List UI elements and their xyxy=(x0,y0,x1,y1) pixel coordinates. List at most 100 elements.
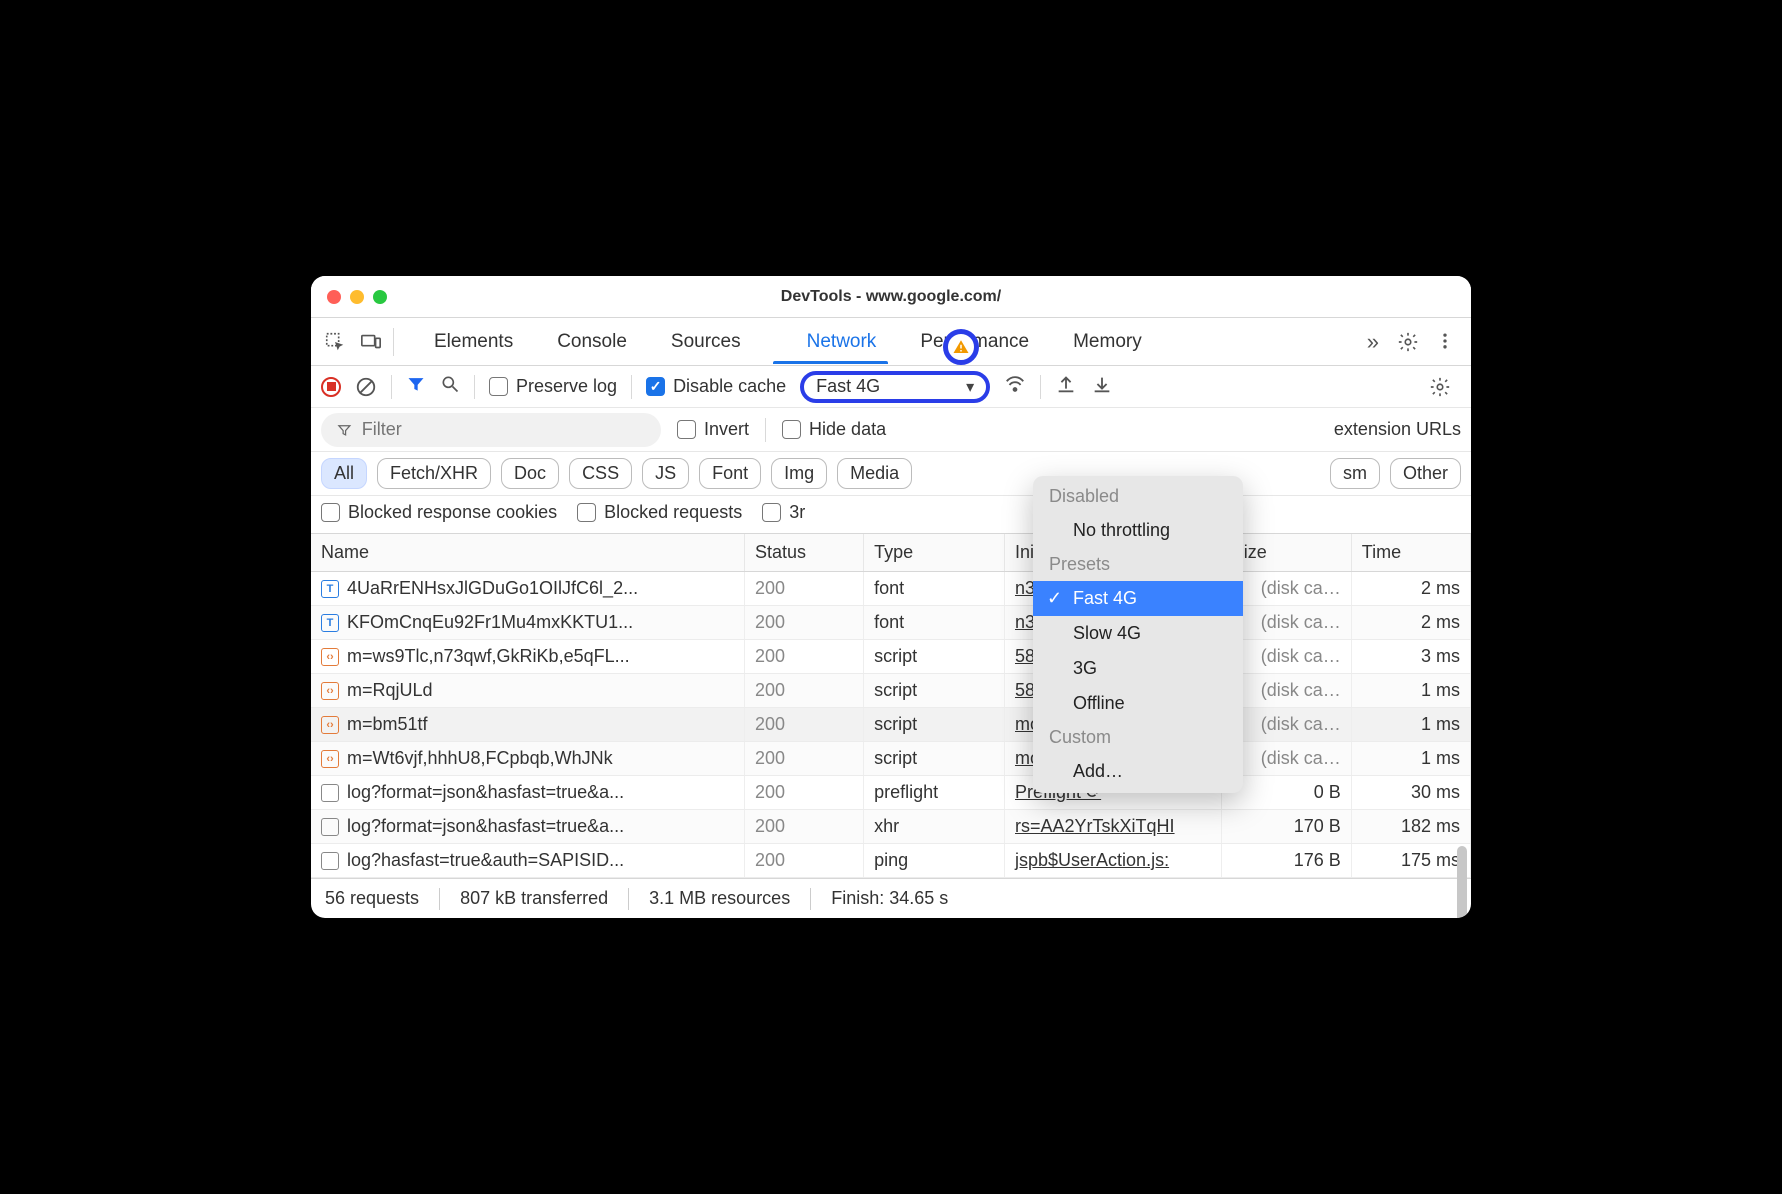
request-time: 1 ms xyxy=(1351,708,1470,742)
devtools-window: DevTools - www.google.com/ Elements Cons… xyxy=(311,276,1471,918)
request-time: 182 ms xyxy=(1351,810,1470,844)
table-row[interactable]: log?format=json&hasfast=true&a...200xhrr… xyxy=(311,810,1471,844)
dd-3g[interactable]: 3G xyxy=(1033,651,1243,686)
request-name: m=bm51tf xyxy=(347,714,428,735)
dd-no-throttling[interactable]: No throttling xyxy=(1033,513,1243,548)
col-time[interactable]: Time xyxy=(1351,534,1470,572)
clear-button[interactable] xyxy=(355,376,377,398)
network-settings-icon[interactable] xyxy=(1429,376,1451,398)
request-initiator[interactable]: rs=AA2YrTskXiTqHI xyxy=(1015,816,1175,836)
device-toolbar-icon[interactable] xyxy=(359,330,383,354)
more-tabs-button[interactable]: » xyxy=(1357,329,1389,355)
scrollbar-thumb[interactable] xyxy=(1457,846,1467,918)
status-transferred: 807 kB transferred xyxy=(460,888,608,909)
blocked-response-cookies-checkbox[interactable]: Blocked response cookies xyxy=(321,502,557,523)
filter-toggle-icon[interactable] xyxy=(406,374,426,399)
search-icon[interactable] xyxy=(440,374,460,399)
blocked-requests-checkbox[interactable]: Blocked requests xyxy=(577,502,742,523)
table-row[interactable]: TKFOmCnqEu92Fr1Mu4mxKKTU1...200fontn3:(d… xyxy=(311,606,1471,640)
throttling-select[interactable]: Fast 4G xyxy=(800,371,990,403)
doc-icon xyxy=(321,784,339,802)
table-row[interactable]: ‹›m=RqjULd200script58(disk ca…1 ms xyxy=(311,674,1471,708)
col-name[interactable]: Name xyxy=(311,534,744,572)
col-type[interactable]: Type xyxy=(864,534,1005,572)
table-row[interactable]: T4UaRrENHsxJlGDuGo1OIlJfC6l_2...200fontn… xyxy=(311,572,1471,606)
tab-network[interactable]: Network xyxy=(763,321,899,363)
dd-slow-4g[interactable]: Slow 4G xyxy=(1033,616,1243,651)
third-party-checkbox[interactable]: 3r xyxy=(762,502,805,523)
inspect-element-icon[interactable] xyxy=(323,330,347,354)
col-status[interactable]: Status xyxy=(744,534,863,572)
script-icon: ‹› xyxy=(321,682,339,700)
record-button[interactable] xyxy=(321,377,341,397)
dd-header-presets: Presets xyxy=(1033,548,1243,581)
chip-font[interactable]: Font xyxy=(699,458,761,489)
request-time: 3 ms xyxy=(1351,640,1470,674)
request-type: ping xyxy=(864,844,1005,878)
panel-tabs-row: Elements Console Sources Network Perform… xyxy=(311,318,1471,366)
dd-offline[interactable]: Offline xyxy=(1033,686,1243,721)
tab-sources[interactable]: Sources xyxy=(649,321,763,363)
tab-elements[interactable]: Elements xyxy=(412,321,535,363)
request-time: 2 ms xyxy=(1351,572,1470,606)
request-type: xhr xyxy=(864,810,1005,844)
request-time: 1 ms xyxy=(1351,674,1470,708)
chip-wasm[interactable]: sm xyxy=(1330,458,1380,489)
chip-doc[interactable]: Doc xyxy=(501,458,559,489)
settings-icon[interactable] xyxy=(1397,331,1419,353)
requests-table: Name Status Type Initiator Size Time T4U… xyxy=(311,534,1471,878)
hide-data-checkbox[interactable]: Hide data xyxy=(782,419,886,440)
dd-fast-4g[interactable]: Fast 4G xyxy=(1033,581,1243,616)
chip-all[interactable]: All xyxy=(321,458,367,489)
panel-tabs: Elements Console Sources Network Perform… xyxy=(412,321,1357,363)
status-requests: 56 requests xyxy=(325,888,419,909)
titlebar: DevTools - www.google.com/ xyxy=(311,276,1471,318)
request-initiator[interactable]: jspb$UserAction.js: xyxy=(1015,850,1169,870)
request-status: 200 xyxy=(744,776,863,810)
table-row[interactable]: log?hasfast=true&auth=SAPISID...200pingj… xyxy=(311,844,1471,878)
chip-css[interactable]: CSS xyxy=(569,458,632,489)
doc-icon xyxy=(321,818,339,836)
tab-memory[interactable]: Memory xyxy=(1051,321,1164,363)
filter-input[interactable] xyxy=(321,413,661,447)
invert-checkbox[interactable]: Invert xyxy=(677,419,749,440)
filter-row: Invert Hide data extension URLs xyxy=(311,408,1471,452)
request-type: script xyxy=(864,708,1005,742)
dd-header-disabled: Disabled xyxy=(1033,480,1243,513)
status-bar: 56 requests 807 kB transferred 3.1 MB re… xyxy=(311,878,1471,918)
doc-icon xyxy=(321,852,339,870)
request-name: log?hasfast=true&auth=SAPISID... xyxy=(347,850,624,871)
font-icon: T xyxy=(321,614,339,632)
request-status: 200 xyxy=(744,674,863,708)
request-status: 200 xyxy=(744,708,863,742)
warning-icon xyxy=(951,338,971,356)
table-row[interactable]: ‹›m=ws9Tlc,n73qwf,GkRiKb,e5qFL...200scri… xyxy=(311,640,1471,674)
script-icon: ‹› xyxy=(321,648,339,666)
request-status: 200 xyxy=(744,742,863,776)
request-time: 2 ms xyxy=(1351,606,1470,640)
table-row[interactable]: log?format=json&hasfast=true&a...200pref… xyxy=(311,776,1471,810)
tab-console[interactable]: Console xyxy=(535,321,649,363)
export-har-icon[interactable] xyxy=(1055,373,1077,400)
request-status: 200 xyxy=(744,572,863,606)
kebab-menu-icon[interactable] xyxy=(1435,331,1457,353)
request-type: preflight xyxy=(864,776,1005,810)
import-har-icon[interactable] xyxy=(1091,373,1113,400)
resource-type-chips: All Fetch/XHR Doc CSS JS Font Img Media … xyxy=(311,452,1471,496)
request-time: 30 ms xyxy=(1351,776,1470,810)
table-row[interactable]: ‹›m=bm51tf200scriptmoduleloader.js:58(di… xyxy=(311,708,1471,742)
table-row[interactable]: ‹›m=Wt6vjf,hhhU8,FCpbqb,WhJNk200scriptmo… xyxy=(311,742,1471,776)
request-size: 170 B xyxy=(1221,810,1351,844)
chip-js[interactable]: JS xyxy=(642,458,689,489)
chip-img[interactable]: Img xyxy=(771,458,827,489)
chip-other[interactable]: Other xyxy=(1390,458,1461,489)
request-name: m=RqjULd xyxy=(347,680,433,701)
dd-add[interactable]: Add… xyxy=(1033,754,1243,789)
disable-cache-checkbox[interactable]: ✓ Disable cache xyxy=(646,376,786,397)
preserve-log-checkbox[interactable]: Preserve log xyxy=(489,376,617,397)
chip-media[interactable]: Media xyxy=(837,458,912,489)
chip-fetch-xhr[interactable]: Fetch/XHR xyxy=(377,458,491,489)
network-conditions-icon[interactable] xyxy=(1004,373,1026,400)
status-resources: 3.1 MB resources xyxy=(649,888,790,909)
request-status: 200 xyxy=(744,606,863,640)
